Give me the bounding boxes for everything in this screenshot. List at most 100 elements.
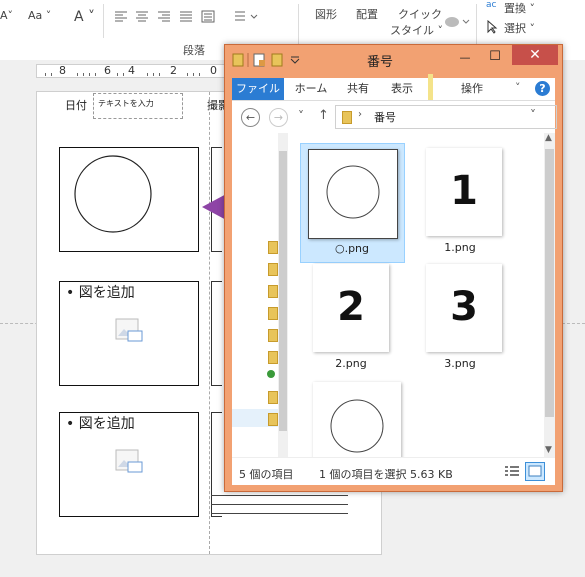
scroll-down-icon[interactable]: ▼	[545, 445, 552, 455]
file-name: 1.png	[444, 241, 476, 254]
font-shrink-button[interactable]: A˅	[0, 9, 13, 22]
folder-icon	[342, 111, 352, 124]
back-button[interactable]: ←	[241, 108, 260, 127]
forward-button[interactable]: →	[269, 108, 288, 127]
font-color-button[interactable]: A ˅	[74, 9, 95, 25]
file-item[interactable]: 2 2.png	[300, 261, 403, 379]
address-bar-row: ← → ˅ ↑ › 番号 ˅	[232, 101, 557, 134]
shape-button[interactable]: 図形	[315, 6, 337, 22]
divider	[103, 4, 104, 38]
image-placeholder-1[interactable]: • 図を追加	[59, 281, 199, 386]
group-label-paragraph: 段落	[183, 44, 205, 57]
contextual-tab-marker	[428, 74, 433, 100]
insert-picture-icon[interactable]	[115, 449, 145, 475]
close-button[interactable]: ✕	[512, 45, 558, 65]
align-icons[interactable]	[113, 10, 223, 24]
folder-icon[interactable]	[268, 391, 278, 404]
image-placeholder-2[interactable]: • 図を追加	[59, 412, 199, 517]
file-name: ○.png	[334, 242, 370, 255]
minimize-button[interactable]: —	[453, 51, 477, 67]
ribbon-tabs: ファイル ホーム 共有 表示 操作 ˅ ?	[232, 74, 555, 101]
file-view[interactable]: ○.png 1 1.png 2 2.png 3 3.png ▲ ▼	[288, 133, 555, 457]
header-date-label: 日付	[65, 99, 87, 112]
image-box-1[interactable]	[59, 147, 199, 252]
navigation-pane[interactable]	[232, 133, 289, 457]
file-thumbnail	[308, 149, 398, 239]
quick-style-button[interactable]: クイック	[398, 6, 442, 22]
file-item[interactable]: 1 1.png	[419, 143, 522, 261]
ruler-number: 6	[104, 64, 111, 77]
folder-icon[interactable]	[268, 241, 278, 254]
tab-share[interactable]: 共有	[338, 78, 378, 100]
replace-icon: ac	[486, 0, 497, 10]
text-placeholder-label: テキストを入力	[98, 99, 154, 108]
file-thumbnail: 3	[426, 264, 502, 352]
change-case-button[interactable]: Aa ˅	[28, 9, 51, 22]
column-icon[interactable]	[233, 10, 265, 24]
status-bar: 5 個の項目 1 個の項目を選択 5.63 KB	[232, 457, 555, 485]
scroll-up-icon[interactable]: ▲	[545, 133, 552, 143]
file-name: 3.png	[444, 357, 476, 370]
arrange-button[interactable]: 配置	[356, 6, 378, 22]
explorer-window[interactable]: 番号 — ☐ ✕ ファイル ホーム 共有 表示 操作 ˅ ? ← → ˅ ↑ ›…	[224, 44, 563, 492]
network-icon[interactable]	[267, 370, 275, 378]
maximize-button[interactable]: ☐	[483, 49, 507, 65]
title-bar[interactable]: 番号 — ☐ ✕	[225, 45, 562, 73]
tab-file[interactable]: ファイル	[232, 78, 284, 100]
breadcrumb-chevron-icon: ›	[358, 109, 362, 120]
up-arrow-icon[interactable]: ↑	[318, 108, 329, 123]
number-glyph: 1	[450, 168, 478, 214]
chevron-down-icon[interactable]: ˅	[515, 81, 521, 94]
insert-picture-icon[interactable]	[115, 318, 145, 344]
circle-thumbnail-icon	[330, 399, 384, 453]
quick-style-label-2: スタイル ˅	[390, 24, 443, 37]
add-picture-bullet: • 図を追加	[66, 416, 135, 432]
ruler-number: 8	[59, 64, 66, 77]
large-icons-view-icon	[528, 465, 542, 477]
tab-manage[interactable]: 操作	[442, 78, 502, 100]
replace-button[interactable]: 置換 ˅	[504, 0, 535, 16]
window-title: 番号	[367, 55, 394, 70]
select-button[interactable]: 選択 ˅	[504, 20, 535, 36]
file-thumbnail: 2	[313, 264, 389, 352]
shape-effects-icon[interactable]	[442, 14, 472, 30]
folder-icon[interactable]	[268, 329, 278, 342]
large-icons-view-button[interactable]	[525, 462, 545, 481]
folder-icon[interactable]	[268, 285, 278, 298]
address-field[interactable]: › 番号 ˅	[335, 105, 557, 129]
file-item-selected[interactable]: ○.png	[300, 143, 405, 263]
item-count: 5 個の項目	[239, 468, 294, 481]
details-view-icon[interactable]	[504, 464, 520, 478]
number-glyph: 2	[337, 284, 365, 330]
folder-icon[interactable]	[268, 263, 278, 276]
content-scroll-thumb[interactable]	[545, 149, 554, 417]
file-thumbnail: 1	[426, 148, 502, 236]
ruler-number: 2	[170, 64, 177, 77]
text-box-partial[interactable]	[211, 281, 222, 386]
text-placeholder-box[interactable]: テキストを入力	[93, 93, 183, 119]
quick-access-toolbar[interactable]	[231, 52, 311, 68]
nav-scroll-thumb[interactable]	[279, 151, 287, 431]
help-icon[interactable]: ?	[535, 81, 550, 96]
folder-icon[interactable]	[268, 413, 278, 426]
add-picture-bullet: • 図を追加	[66, 285, 135, 301]
guide-line	[209, 92, 211, 554]
select-cursor-icon	[487, 20, 498, 34]
selection-info: 1 個の項目を選択 5.63 KB	[319, 468, 453, 481]
file-name: 2.png	[335, 357, 367, 370]
breadcrumb[interactable]: 番号	[374, 109, 396, 125]
horizontal-ruler: 8 6 4 2 0	[36, 64, 226, 78]
tab-view[interactable]: 表示	[382, 78, 422, 100]
circle-shape	[74, 155, 152, 233]
recent-locations-icon[interactable]: ˅	[298, 109, 304, 123]
folder-icon[interactable]	[268, 307, 278, 320]
file-item[interactable]: 3 3.png	[419, 261, 522, 379]
address-dropdown-icon[interactable]: ˅	[530, 108, 536, 122]
ruler-number: 4	[128, 64, 135, 77]
circle-thumbnail-icon	[326, 165, 380, 219]
tab-home[interactable]: ホーム	[288, 78, 334, 100]
ruler-number: 0	[210, 64, 217, 77]
file-thumbnail	[313, 382, 401, 457]
folder-icon[interactable]	[268, 351, 278, 364]
file-item[interactable]	[300, 379, 403, 457]
